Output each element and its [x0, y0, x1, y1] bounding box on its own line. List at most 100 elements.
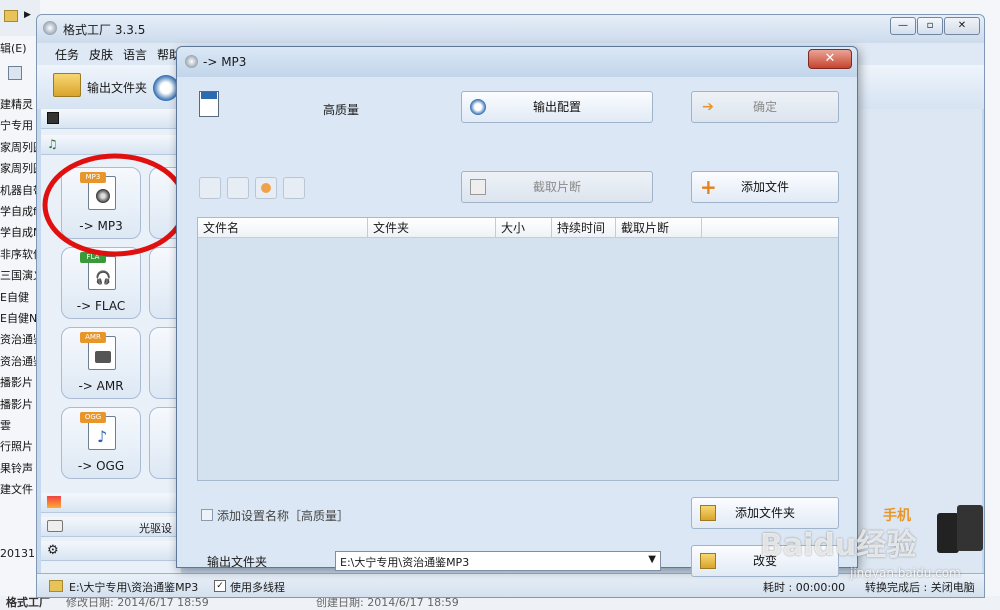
explorer-menu-edit[interactable]: 辑(E)	[0, 40, 40, 58]
explorer-list-item[interactable]: 宁专用	[0, 115, 40, 136]
music-note-icon: ♪	[97, 427, 108, 446]
change-label: 改变	[752, 554, 777, 568]
col-size[interactable]: 大小	[496, 218, 552, 238]
explorer-list-item[interactable]: 学自成f	[0, 201, 40, 222]
category-disc[interactable]: 光驱设	[41, 517, 181, 537]
add-file-label: 添加文件	[740, 180, 789, 194]
dialog-close-button[interactable]: ✕	[808, 49, 852, 69]
explorer-list-item[interactable]: 建文件	[0, 479, 40, 500]
col-filename[interactable]: 文件名	[198, 218, 368, 238]
main-minimize-button[interactable]: —	[890, 17, 916, 35]
details-name: 格式工厂	[6, 596, 50, 609]
explorer-details-bar: 格式工厂 修改日期: 2014/6/17 18:59 创建日期: 2014/6/…	[0, 596, 1000, 610]
view-icon[interactable]	[8, 66, 22, 80]
menu-language[interactable]: 语言	[123, 46, 147, 63]
format-label: -> FLAC	[76, 299, 126, 313]
output-config-label: 输出配置	[532, 100, 581, 114]
main-right-area: 手机	[857, 109, 983, 597]
folder-icon	[49, 580, 63, 592]
details-created: 创建日期: 2014/6/17 18:59	[316, 596, 459, 609]
explorer-list-item[interactable]: E自健	[0, 287, 40, 308]
explorer-list-item[interactable]: 播影片	[0, 394, 40, 415]
play-button[interactable]	[255, 177, 277, 199]
multithread-checkbox[interactable]: ✓	[214, 580, 226, 592]
add-folder-button[interactable]: 添加文件夹	[691, 497, 839, 529]
output-folder-value: E:\大宁专用\资治通鉴MP3	[340, 556, 470, 569]
explorer-list-item[interactable]: 行照片	[0, 436, 40, 457]
status-output-path[interactable]: E:\大宁专用\资治通鉴MP3	[69, 579, 198, 595]
add-setting-name-label: 添加设置名称［高质量］	[217, 509, 350, 523]
explorer-list-item[interactable]: 机器自带	[0, 180, 40, 201]
explorer-list-item[interactable]: 雲	[0, 415, 40, 436]
info-button[interactable]	[283, 177, 305, 199]
mp3-dialog: -> MP3 ✕ 高质量 输出配置 ➔ 确定 截取片断 + 添加文件 文件名 文…	[176, 46, 858, 577]
explorer-item-partial[interactable]: 20131	[0, 547, 40, 563]
category-video[interactable]	[41, 109, 181, 129]
output-folder-select[interactable]: E:\大宁专用\资治通鉴MP3 ▼	[335, 551, 661, 571]
explorer-list-item[interactable]: 果铃声	[0, 458, 40, 479]
format-label: -> OGG	[77, 459, 125, 473]
explorer-nav-strip: ▶	[0, 0, 40, 36]
folder-icon	[4, 10, 18, 22]
remove-button[interactable]	[199, 177, 221, 199]
app-icon	[185, 55, 198, 68]
delete-button[interactable]	[227, 177, 249, 199]
explorer-list-item[interactable]: E自健N	[0, 308, 40, 329]
explorer-list-item[interactable]: 资治通鉴	[0, 351, 40, 372]
details-modified: 修改日期: 2014/6/17 18:59	[66, 596, 209, 609]
dialog-titlebar: -> MP3 ✕	[177, 47, 857, 77]
add-folder-label: 添加文件夹	[734, 506, 795, 520]
after-convert-action[interactable]: 转换完成后 : 关闭电脑	[865, 579, 975, 595]
explorer-list-item[interactable]: 资治通鉴	[0, 329, 40, 350]
highlight-circle	[42, 153, 188, 257]
phone-image	[957, 505, 983, 551]
main-maximize-button[interactable]: ▫	[917, 17, 943, 35]
output-config-button[interactable]: 输出配置	[461, 91, 653, 123]
headphones-icon: 🎧	[95, 271, 112, 286]
col-duration[interactable]: 持续时间	[552, 218, 616, 238]
file-list-table[interactable]: 文件名 文件夹 大小 持续时间 截取片断	[197, 217, 839, 481]
add-file-button[interactable]: + 添加文件	[691, 171, 839, 203]
ok-button[interactable]: ➔ 确定	[691, 91, 839, 123]
clip-button[interactable]: 截取片断	[461, 171, 653, 203]
multithread-label: 使用多线程	[230, 581, 285, 594]
elapsed-time: 耗时 : 00:00:00	[763, 581, 846, 594]
table-header: 文件名 文件夹 大小 持续时间 截取片断	[198, 218, 838, 238]
main-window-title: 格式工厂 3.3.5	[63, 23, 146, 37]
dialog-content: 高质量 输出配置 ➔ 确定 截取片断 + 添加文件 文件名 文件夹 大小 持续时…	[183, 77, 851, 577]
add-setting-name-checkbox[interactable]	[201, 509, 213, 521]
video-icon	[47, 112, 59, 124]
format-label: -> AMR	[78, 379, 124, 393]
explorer-list-item[interactable]: 非序软件	[0, 244, 40, 265]
category-image[interactable]	[41, 493, 181, 513]
explorer-list-item[interactable]: 建精灵	[0, 94, 40, 115]
explorer-list-item[interactable]: 家周列圆	[0, 158, 40, 179]
main-close-button[interactable]: ✕	[944, 17, 980, 35]
toolbar-output-folder[interactable]: 输出文件夹	[87, 79, 147, 96]
col-folder[interactable]: 文件夹	[368, 218, 496, 238]
explorer-list-item[interactable]: 家周列圆	[0, 137, 40, 158]
main-statusbar: E:\大宁专用\资治通鉴MP3 ✓ 使用多线程 耗时 : 00:00:00 转换…	[37, 573, 984, 597]
change-button[interactable]: 改变	[691, 545, 839, 577]
chevron-down-icon[interactable]: ▼	[648, 554, 656, 565]
explorer-list-item[interactable]: 学自成N	[0, 222, 40, 243]
col-clip[interactable]: 截取片断	[616, 218, 702, 238]
format-tag: AMR	[80, 332, 106, 343]
plus-icon: +	[700, 175, 717, 199]
explorer-list-item[interactable]: 播影片	[0, 372, 40, 393]
format-tile-ogg[interactable]: ♪ OGG -> OGG	[61, 407, 141, 479]
music-note-icon: ♫	[47, 137, 58, 151]
output-folder-icon[interactable]	[53, 73, 81, 97]
category-tools[interactable]: ⚙	[41, 541, 181, 561]
explorer-list-item[interactable]: 三国演义	[0, 265, 40, 286]
folder-add-icon	[700, 505, 716, 521]
highlight-ellipse	[42, 153, 188, 257]
chevron-right-icon[interactable]: ▶	[24, 10, 31, 20]
menu-task[interactable]: 任务	[55, 46, 79, 63]
folder-icon	[700, 553, 716, 569]
phone-image	[937, 513, 959, 553]
menu-skin[interactable]: 皮肤	[89, 46, 113, 63]
drive-icon	[47, 520, 63, 532]
format-tag: OGG	[80, 412, 106, 423]
format-tile-amr[interactable]: AMR -> AMR	[61, 327, 141, 399]
